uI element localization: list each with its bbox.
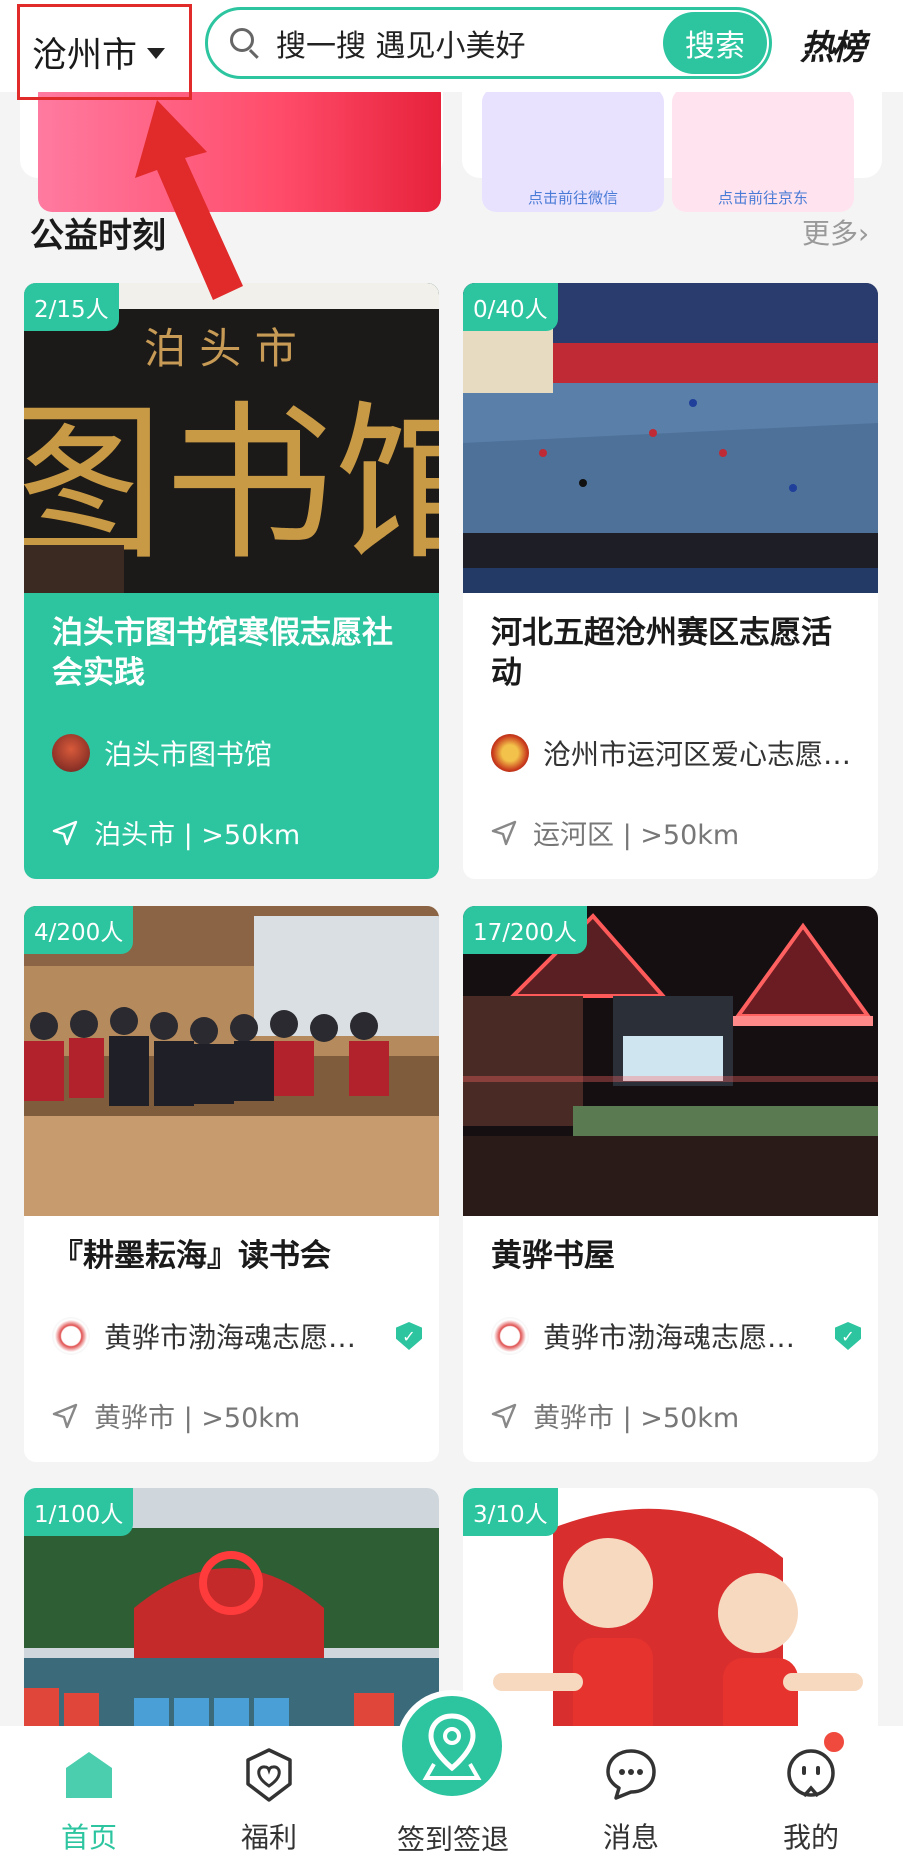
- home-icon: [66, 1752, 112, 1798]
- checkin-label: 签到签退: [396, 1823, 509, 1856]
- location-pin-icon: [422, 1713, 482, 1780]
- org-avatar: [52, 734, 90, 772]
- city-label: 沧州市: [32, 35, 138, 76]
- participant-count: 1/100人: [24, 1488, 134, 1536]
- activity-card[interactable]: 4/200人 『耕墨耘海』读书会 黄骅市渤海魂志愿… ✓ 黄骅市 | >50km: [24, 906, 439, 1462]
- card-location: 黄骅市 | >50km: [491, 1396, 861, 1435]
- search-bar[interactable]: 搜一搜 遇见小美好 搜索: [205, 7, 772, 79]
- verified-badge-icon: ✓: [835, 1322, 861, 1350]
- card-location: 运河区 | >50km: [491, 813, 861, 852]
- org-avatar: [52, 1317, 90, 1355]
- activity-card[interactable]: 0/40人 河北五超沧州赛区志愿活动 沧州市运河区爱心志愿… 运河区 | >50…: [463, 283, 878, 879]
- participant-count: 3/10人: [463, 1488, 558, 1536]
- location-arrow-icon: [491, 1403, 517, 1428]
- verified-badge-icon: ✓: [396, 1322, 422, 1350]
- tab-home-label: 首页: [60, 1821, 117, 1854]
- card-org: 沧州市运河区爱心志愿…: [491, 733, 861, 773]
- tab-welfare-label: 福利: [240, 1821, 297, 1854]
- location-text: 黄骅市 | >50km: [94, 1403, 301, 1434]
- tab-messages[interactable]: 消息: [556, 1726, 706, 1862]
- participant-count: 4/200人: [24, 906, 134, 954]
- card-title: 泊头市图书馆寒假志愿社会实践: [52, 615, 393, 691]
- city-selector[interactable]: 沧州市: [17, 4, 192, 100]
- tab-messages-label: 消息: [602, 1821, 659, 1854]
- card-location: 泊头市 | >50km: [52, 813, 422, 852]
- card-org: 黄骅市渤海魂志愿… ✓: [52, 1316, 422, 1356]
- checkin-button[interactable]: [396, 1690, 508, 1802]
- org-avatar: [491, 734, 529, 772]
- card-org: 黄骅市渤海魂志愿… ✓: [491, 1316, 861, 1356]
- jd-shortcut-caption: 点击前往京东: [717, 189, 808, 207]
- hot-list-link[interactable]: 热榜: [800, 20, 866, 69]
- tab-mine-label: 我的: [782, 1821, 839, 1854]
- location-arrow-icon: [52, 1403, 78, 1428]
- search-button[interactable]: 搜索: [663, 12, 767, 74]
- card-org: 泊头市图书馆: [52, 733, 422, 773]
- card-title: 河北五超沧州赛区志愿活动: [491, 615, 832, 691]
- org-name: 沧州市运河区爱心志愿…: [543, 738, 852, 771]
- tab-home[interactable]: 首页: [14, 1726, 164, 1862]
- org-name: 黄骅市渤海魂志愿…: [543, 1321, 796, 1354]
- location-text: 黄骅市 | >50km: [533, 1403, 740, 1434]
- caret-down-icon: [147, 47, 166, 59]
- heart-shield-icon: [246, 1748, 292, 1802]
- wechat-shortcut[interactable]: 点击前往微信: [482, 88, 664, 212]
- card-title: 黄骅书屋: [491, 1238, 615, 1274]
- search-input[interactable]: 搜一搜 遇见小美好: [276, 21, 663, 65]
- more-link[interactable]: 更多›: [802, 212, 869, 252]
- jd-shortcut[interactable]: 点击前往京东: [672, 88, 854, 212]
- card-location: 黄骅市 | >50km: [52, 1396, 422, 1435]
- activity-card[interactable]: 泊 头 市 图书馆 2/15人 泊头市图书馆寒假志愿社会实践 泊头市图书馆 泊头…: [24, 283, 439, 879]
- tab-mine[interactable]: 我的: [736, 1726, 886, 1862]
- location-arrow-icon: [491, 820, 517, 845]
- annotation-arrow-icon: [135, 100, 243, 300]
- activity-card[interactable]: 17/200人 黄骅书屋 黄骅市渤海魂志愿… ✓ 黄骅市 | >50km: [463, 906, 878, 1462]
- org-avatar: [491, 1317, 529, 1355]
- notification-dot: [822, 1730, 846, 1754]
- search-icon: [228, 26, 262, 60]
- profile-face-icon: [787, 1749, 835, 1798]
- location-text: 运河区 | >50km: [533, 820, 740, 851]
- participant-count: 0/40人: [463, 283, 558, 331]
- chat-bubble-icon: [606, 1749, 656, 1800]
- tab-welfare[interactable]: 福利: [194, 1726, 344, 1862]
- location-text: 泊头市 | >50km: [94, 820, 301, 851]
- org-name: 黄骅市渤海魂志愿…: [104, 1321, 357, 1354]
- location-arrow-icon: [52, 820, 78, 845]
- card-title: 『耕墨耘海』读书会: [52, 1238, 331, 1274]
- org-name: 泊头市图书馆: [104, 738, 273, 771]
- wechat-shortcut-caption: 点击前往微信: [527, 189, 618, 207]
- participant-count: 17/200人: [463, 906, 587, 954]
- svg-text:泊 头 市: 泊 头 市: [144, 324, 297, 373]
- participant-count: 2/15人: [24, 283, 119, 331]
